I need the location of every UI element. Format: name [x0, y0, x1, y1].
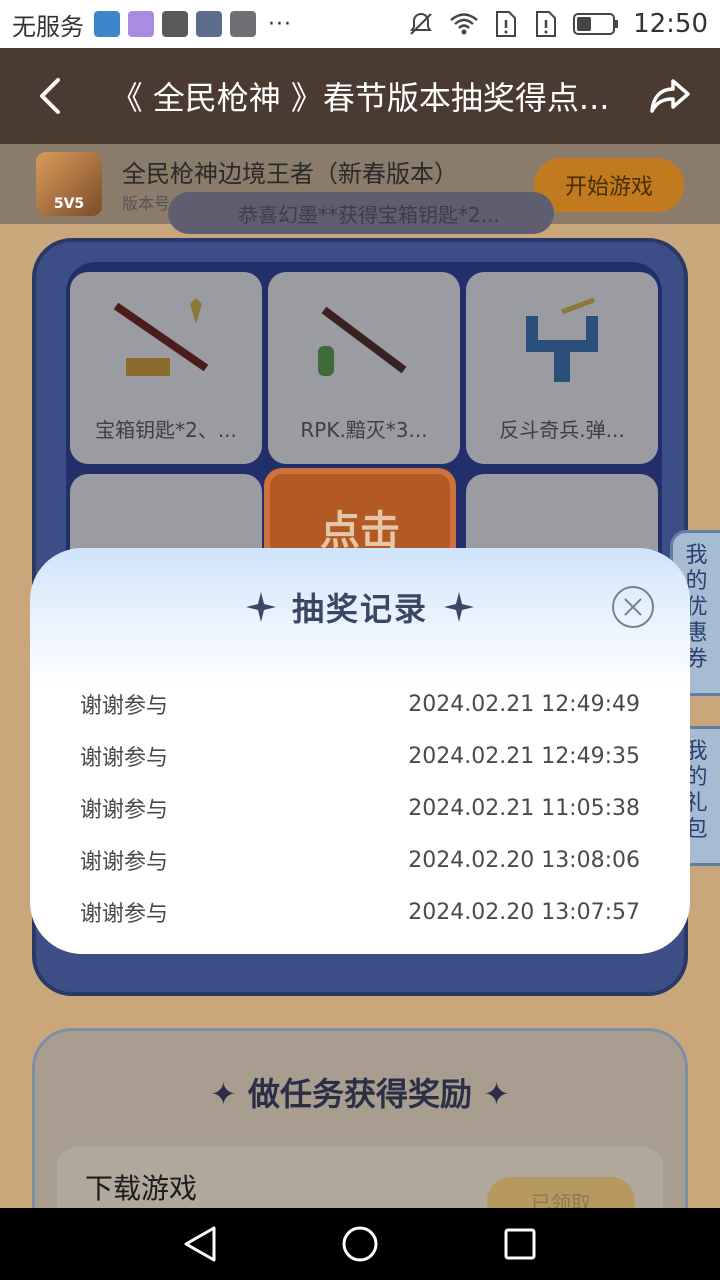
record-list: 谢谢参与 2024.02.21 12:49:49 谢谢参与 2024.02.21… — [80, 678, 640, 938]
sim-alert-icon — [536, 11, 557, 37]
share-button[interactable] — [620, 48, 720, 144]
machine-gun-icon — [318, 306, 407, 376]
back-arrow-icon — [40, 78, 60, 114]
close-button[interactable] — [612, 586, 654, 628]
prize-label: 反斗奇兵.弹... — [499, 418, 625, 442]
app-header: 《 全民枪神 》春节版本抽奖得点... — [0, 48, 720, 144]
game-logo: 5V5 — [36, 152, 102, 216]
prize-cell[interactable]: 反斗奇兵.弹... — [466, 272, 658, 464]
sim-alert-icon — [496, 11, 517, 37]
square-recents-icon — [504, 1228, 536, 1260]
record-result: 谢谢参与 — [80, 902, 169, 927]
record-result: 谢谢参与 — [80, 694, 169, 719]
status-bar: 无服务 ··· 12:50 — [0, 0, 720, 48]
record-row: 谢谢参与 2024.02.20 13:08:06 — [80, 834, 640, 886]
nav-home-button[interactable] — [330, 1222, 390, 1266]
page-title: 《 全民枪神 》春节版本抽奖得点... — [110, 79, 610, 117]
record-time: 2024.02.21 12:49:35 — [408, 743, 640, 769]
sparkle-icon: ✦ — [472, 1075, 510, 1113]
wifi-icon — [450, 13, 478, 35]
record-row: 谢谢参与 2024.02.21 12:49:35 — [80, 730, 640, 782]
task-name: 下载游戏 — [85, 1172, 198, 1205]
start-game-button[interactable]: 开始游戏 — [534, 158, 684, 212]
prize-label: 宝箱钥匙*2、... — [95, 418, 237, 442]
record-row: 谢谢参与 2024.02.21 11:05:38 — [80, 782, 640, 834]
lottery-records-dialog: 抽奖记录 谢谢参与 2024.02.21 12:49:49 谢谢参与 2024.… — [30, 548, 690, 954]
clock: 12:50 — [633, 9, 708, 39]
record-time: 2024.02.20 13:07:57 — [408, 899, 640, 925]
nav-recents-button[interactable] — [490, 1222, 550, 1266]
prize-cell[interactable]: 宝箱钥匙*2、... — [70, 272, 262, 464]
game-name: 全民枪神边境王者（新春版本） — [122, 160, 458, 188]
back-button[interactable] — [0, 48, 100, 144]
slingshot-icon — [526, 297, 598, 382]
sparkle-icon — [245, 592, 276, 622]
record-time: 2024.02.20 13:08:06 — [408, 847, 640, 873]
record-time: 2024.02.21 12:49:49 — [408, 691, 640, 717]
record-time: 2024.02.21 11:05:38 — [408, 795, 640, 821]
dialog-title: 抽奖记录 — [291, 590, 428, 628]
mute-icon — [410, 12, 432, 35]
triangle-back-icon — [184, 1226, 216, 1262]
sparkle-icon: ✦ — [210, 1075, 248, 1113]
notification-game-icon — [162, 11, 188, 37]
prize-label: RPK.黯灭*3... — [300, 418, 428, 442]
record-result: 谢谢参与 — [80, 850, 169, 875]
winner-marquee: 恭喜幻墨**获得宝箱钥匙*2... — [168, 192, 554, 234]
more-notifications: ··· — [268, 11, 292, 37]
sparkle-icon — [444, 592, 474, 622]
battery-icon — [573, 13, 619, 35]
notification-game-icon — [230, 11, 256, 37]
share-icon — [650, 79, 690, 113]
prize-cell[interactable]: RPK.黯灭*3... — [268, 272, 460, 464]
record-row: 谢谢参与 2024.02.21 12:49:49 — [80, 678, 640, 730]
task-title: ✦ 做任务获得奖励 ✦ — [210, 1075, 510, 1113]
notification-message-icon — [128, 11, 154, 37]
close-icon — [624, 598, 642, 616]
sniper-rifle-icon — [113, 298, 209, 376]
notification-app-icon — [94, 11, 120, 37]
circle-home-icon — [342, 1226, 378, 1262]
nav-back-button[interactable] — [170, 1222, 230, 1266]
carrier-label: 无服务 — [12, 12, 84, 41]
task-claimed-button[interactable]: 已领取 — [487, 1177, 635, 1208]
record-result: 谢谢参与 — [80, 798, 169, 823]
task-panel: ✦ 做任务获得奖励 ✦ 下载游戏 已领取 — [32, 1028, 688, 1208]
record-row: 谢谢参与 2024.02.20 13:07:57 — [80, 886, 640, 938]
notification-game-icon — [196, 11, 222, 37]
system-nav-bar — [0, 1208, 720, 1280]
task-item: 下载游戏 已领取 — [57, 1147, 663, 1208]
record-result: 谢谢参与 — [80, 746, 169, 771]
